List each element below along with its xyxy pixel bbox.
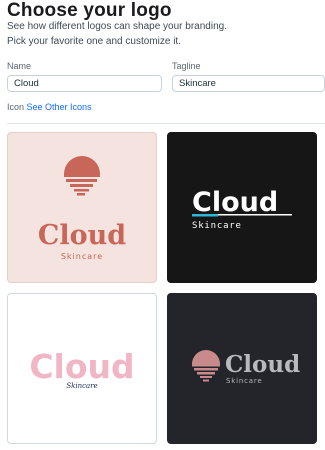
- logo-option-1[interactable]: Cloud Skincare: [7, 132, 157, 283]
- logo-3-name: Cloud: [29, 347, 134, 386]
- icon-row: Icon See Other Icons: [7, 102, 92, 112]
- name-label: Name: [7, 61, 32, 71]
- logo-2-name: Cloud: [192, 187, 278, 218]
- sunset-cloud-icon: [64, 156, 100, 174]
- logo-4-name: Cloud: [225, 351, 300, 378]
- logo-3-art: Cloud Skincare: [29, 347, 134, 390]
- logo-2-art: Cloud Skincare: [192, 187, 292, 231]
- sunset-cloud-icon: [192, 350, 220, 364]
- logo-1-name: Cloud: [38, 220, 126, 251]
- tagline-input[interactable]: [172, 75, 325, 92]
- logo-option-4[interactable]: Cloud Skincare: [167, 293, 317, 444]
- see-other-icons-link[interactable]: See Other Icons: [27, 102, 92, 112]
- logo-option-3[interactable]: Cloud Skincare: [7, 293, 157, 444]
- logo-2-tagline: Skincare: [192, 221, 242, 231]
- logo-4-art: Cloud Skincare: [192, 350, 300, 385]
- divider: [7, 123, 325, 124]
- logo-1-art: Cloud Skincare: [38, 156, 126, 261]
- icon-label: Icon: [7, 102, 25, 112]
- page-subtitle-line-2: Pick your favorite one and customize it.: [7, 36, 181, 47]
- logo-3-tagline: Skincare: [66, 382, 97, 390]
- name-input[interactable]: [7, 75, 162, 92]
- page-title: Choose your logo: [7, 0, 172, 21]
- page-subtitle-line-1: See how different logos can shape your b…: [7, 21, 227, 32]
- logo-option-2[interactable]: Cloud Skincare: [167, 132, 317, 283]
- logo-4-tagline: Skincare: [226, 377, 262, 385]
- logo-2-accent-bar: [192, 214, 218, 217]
- tagline-label: Tagline: [172, 61, 201, 71]
- logo-1-tagline: Skincare: [61, 252, 103, 261]
